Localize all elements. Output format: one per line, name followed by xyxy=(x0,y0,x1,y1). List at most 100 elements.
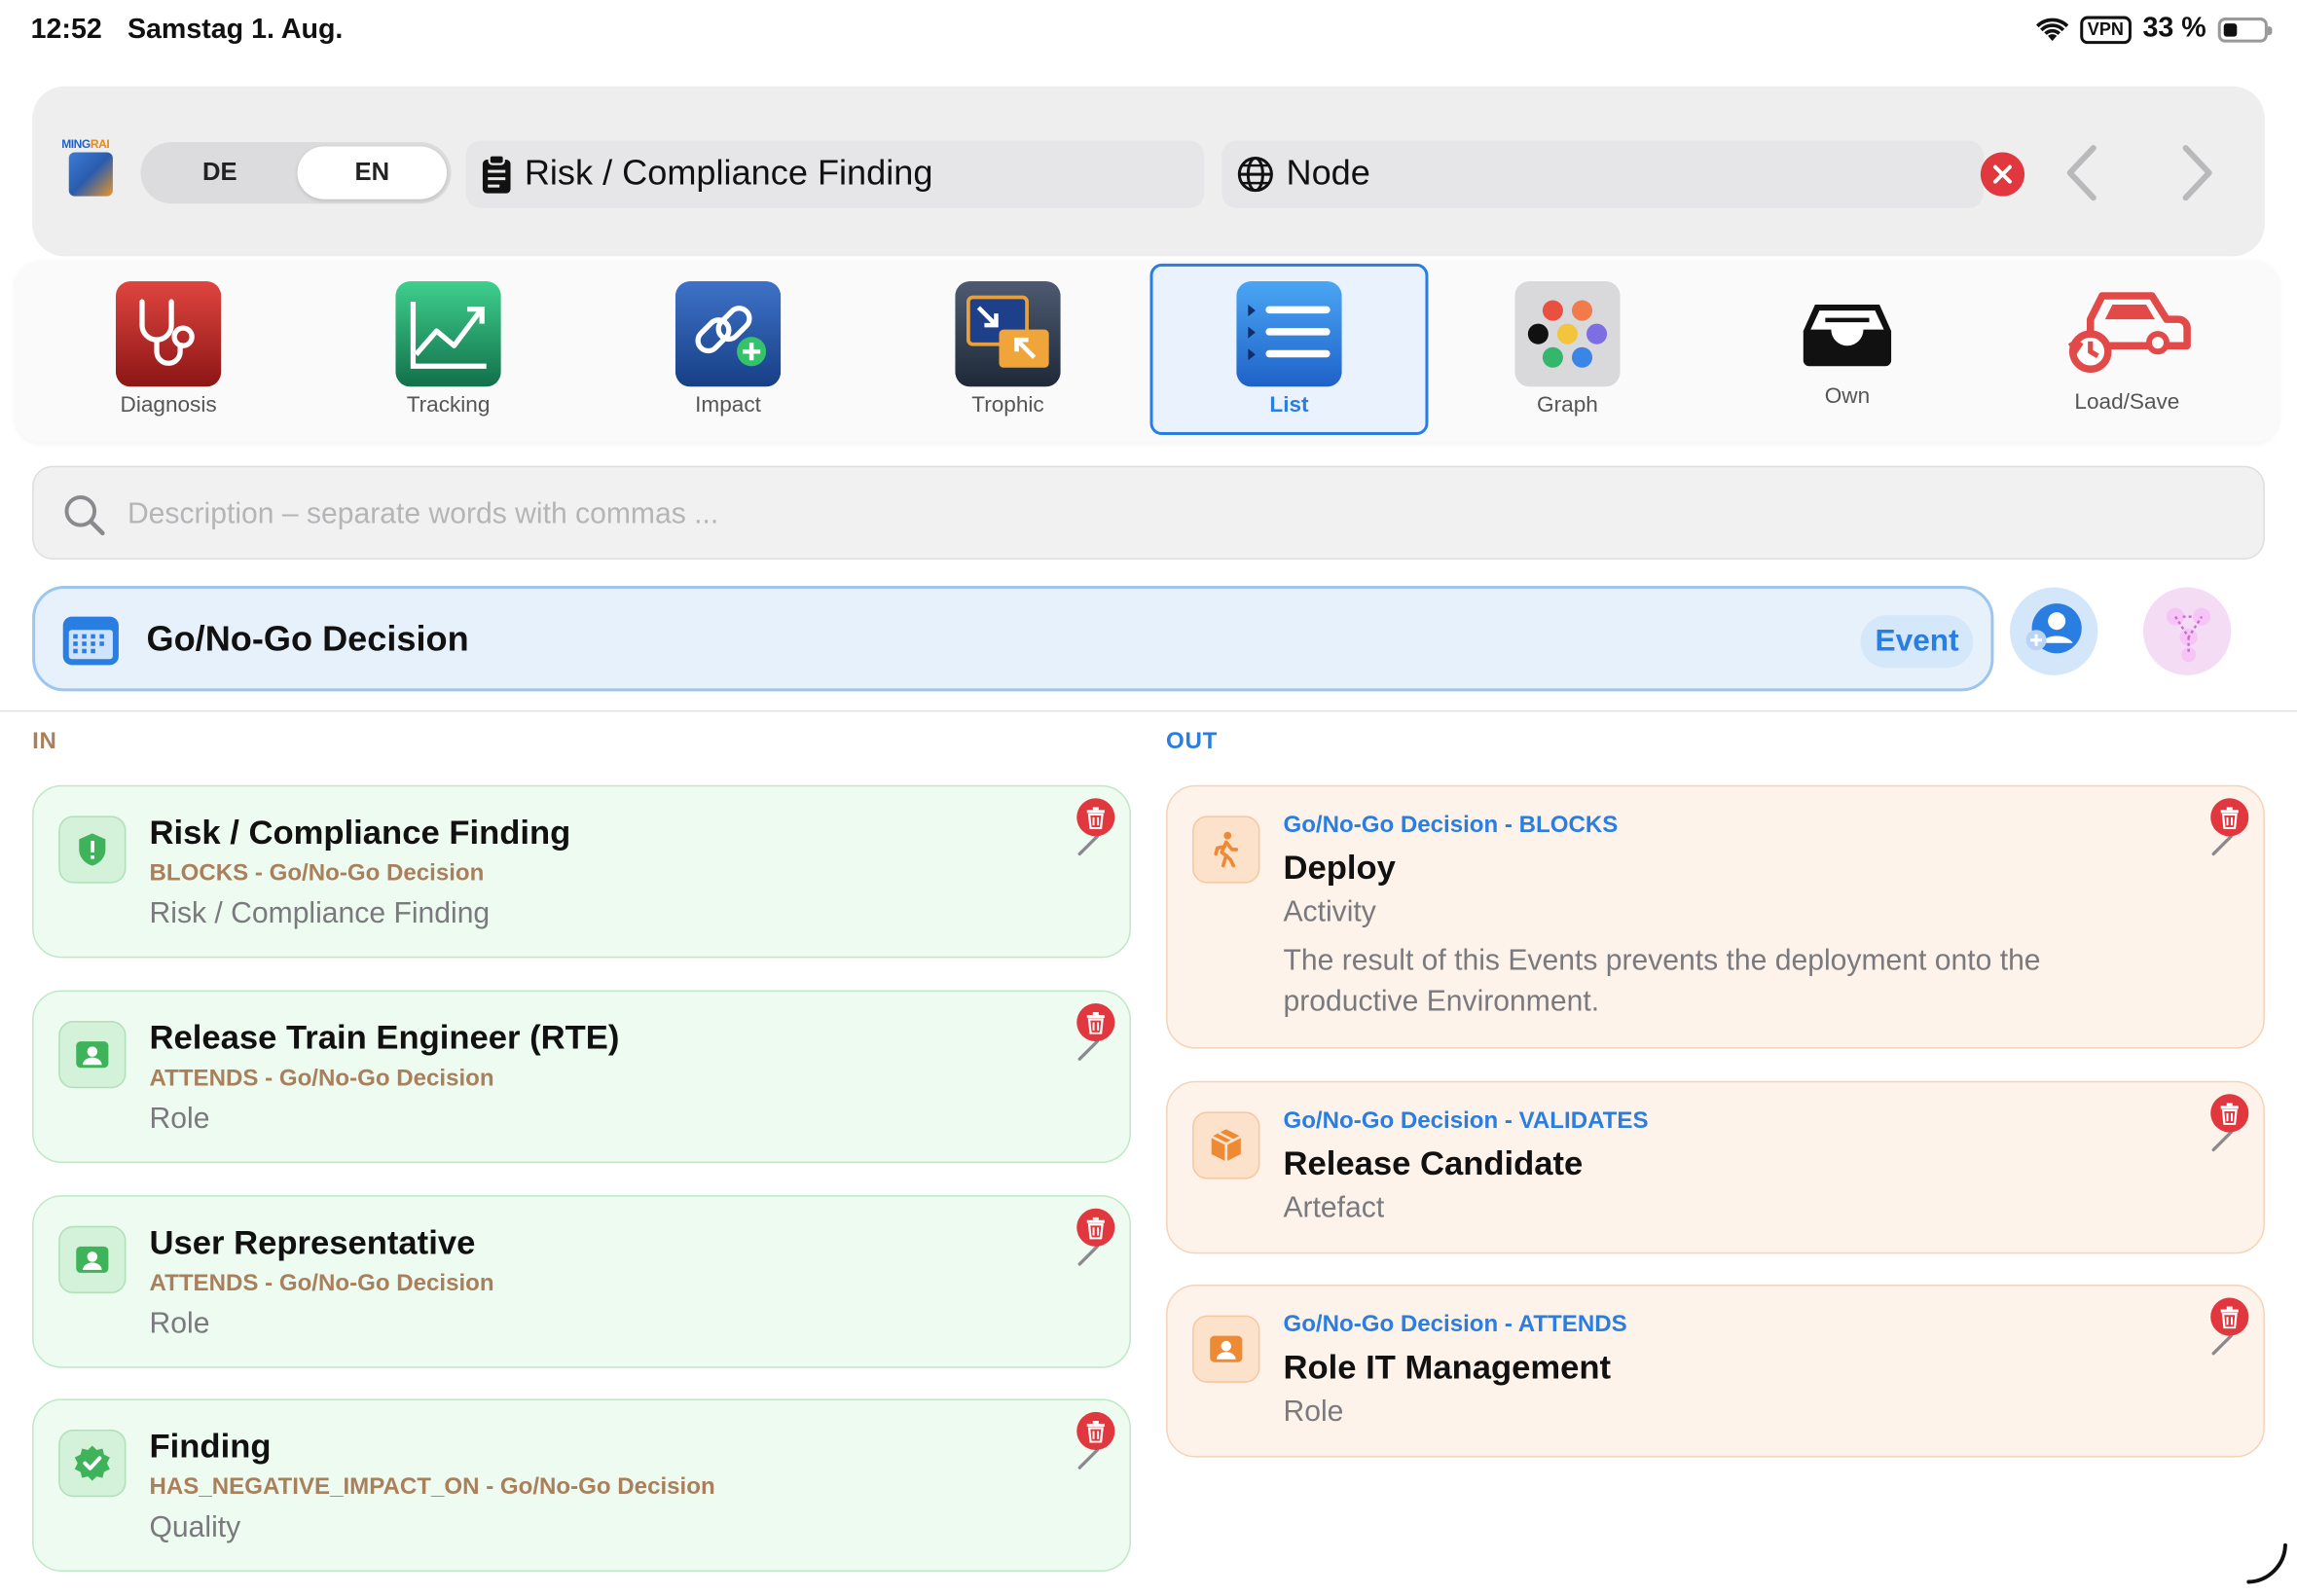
tool-impact[interactable]: Impact xyxy=(589,261,867,443)
mode-toolbar: Diagnosis Tracking Impact Trophic List G… xyxy=(15,260,2279,443)
out-relation-card[interactable]: Go/No-Go Decision - BLOCKS Deploy Activi… xyxy=(1166,784,2265,1049)
clear-button[interactable] xyxy=(1980,152,2025,197)
trophic-arrows-icon xyxy=(955,280,1061,387)
logo-text-a: MING xyxy=(61,137,91,152)
out-column-header: OUT xyxy=(1166,729,1219,755)
person-add-icon xyxy=(2025,603,2082,654)
delete-button[interactable] xyxy=(2210,798,2249,837)
card-title: Release Train Engineer (RTE) xyxy=(149,1018,620,1057)
logo-text-b: RAI xyxy=(90,137,110,152)
delete-button[interactable] xyxy=(1076,1411,1115,1451)
card-description: The result of this Events prevents the d… xyxy=(1283,944,2041,1019)
node-type-field[interactable]: Node xyxy=(1221,140,1984,208)
link-plus-icon xyxy=(675,280,782,387)
section-divider xyxy=(0,709,2297,712)
language-toggle[interactable]: DE EN xyxy=(140,141,452,204)
card-icon-box xyxy=(1192,1315,1260,1383)
card-icon-box xyxy=(58,816,127,884)
battery-percent: 33 % xyxy=(2142,13,2206,45)
clipboard-icon xyxy=(481,154,513,195)
tool-diagnosis[interactable]: Diagnosis xyxy=(29,261,308,443)
card-type: Artefact xyxy=(1283,1192,1385,1225)
tool-list[interactable]: List xyxy=(1149,261,1429,443)
person-card-icon xyxy=(1210,1335,1243,1362)
out-relation-card[interactable]: Go/No-Go Decision - VALIDATES Release Ca… xyxy=(1166,1080,2265,1254)
card-type: Risk / Compliance Finding xyxy=(149,897,491,930)
tool-tracking[interactable]: Tracking xyxy=(310,261,588,443)
card-relation: ATTENDS - Go/No-Go Decision xyxy=(149,1066,494,1092)
card-type: Role xyxy=(149,1308,210,1341)
trash-icon xyxy=(1086,806,1105,829)
status-bar: 12:52 Samstag 1. Aug. VPN 33 % xyxy=(0,0,2297,64)
card-icon-box xyxy=(1192,1111,1260,1179)
card-icon-box xyxy=(58,1429,127,1498)
node-type-badge: Event xyxy=(1860,615,1974,669)
card-type: Role xyxy=(1283,1396,1344,1429)
card-icon-box xyxy=(1192,816,1260,884)
card-relation: ATTENDS - Go/No-Go Decision xyxy=(149,1271,494,1297)
card-relation: BLOCKS - Go/No-Go Decision xyxy=(149,860,485,887)
tool-graph[interactable]: Graph xyxy=(1428,261,1706,443)
lang-en-option[interactable]: EN xyxy=(297,146,448,200)
delete-button[interactable] xyxy=(1076,1002,1115,1042)
box-icon xyxy=(1211,1129,1242,1162)
tool-own[interactable]: Own xyxy=(1708,261,1987,443)
lang-de-option[interactable]: DE xyxy=(145,147,295,200)
tool-label: Tracking xyxy=(406,392,491,417)
globe-icon xyxy=(1236,156,1274,194)
trash-icon xyxy=(2220,1305,2239,1328)
tool-label: List xyxy=(1269,392,1309,417)
tool-label: Trophic xyxy=(971,392,1044,417)
card-relation: Go/No-Go Decision - BLOCKS xyxy=(1283,813,1619,838)
tool-trophic[interactable]: Trophic xyxy=(869,261,1148,443)
add-person-button[interactable] xyxy=(2009,587,2098,675)
tool-loadsave[interactable]: Load/Save xyxy=(1987,261,2266,443)
person-card-icon xyxy=(76,1041,109,1069)
trash-icon xyxy=(2220,806,2239,829)
trash-icon xyxy=(1086,1215,1105,1239)
card-relation: HAS_NEGATIVE_IMPACT_ON - Go/No-Go Decisi… xyxy=(149,1474,715,1501)
delete-button[interactable] xyxy=(2210,1094,2249,1133)
checkmark-seal-icon xyxy=(74,1445,110,1481)
resize-corner-icon xyxy=(2246,1542,2287,1584)
out-relation-card[interactable]: Go/No-Go Decision - ATTENDS Role IT Mana… xyxy=(1166,1284,2265,1458)
tool-label: Diagnosis xyxy=(120,392,217,417)
card-title: Release Candidate xyxy=(1283,1143,1584,1182)
search-bar[interactable] xyxy=(32,465,2265,560)
card-title: Role IT Management xyxy=(1283,1347,1612,1386)
walking-figure-icon xyxy=(1214,831,1239,868)
status-time: 12:52 xyxy=(30,15,102,46)
node-title-field[interactable]: Risk / Compliance Finding xyxy=(465,140,1205,208)
selected-node[interactable]: Go/No-Go Decision Event xyxy=(32,586,1994,692)
in-relation-card[interactable]: Risk / Compliance Finding BLOCKS - Go/No… xyxy=(32,784,1131,959)
search-input[interactable] xyxy=(127,485,2179,544)
calendar-icon xyxy=(62,616,119,666)
delete-button[interactable] xyxy=(1076,1208,1115,1247)
in-relation-card[interactable]: User Representative ATTENDS - Go/No-Go D… xyxy=(32,1195,1131,1368)
in-relation-card[interactable]: Release Train Engineer (RTE) ATTENDS - G… xyxy=(32,990,1131,1164)
graph-view-button[interactable] xyxy=(2142,587,2232,675)
status-right: VPN 33 % xyxy=(2036,13,2273,46)
trash-icon xyxy=(2220,1102,2239,1125)
card-type: Activity xyxy=(1283,896,1376,929)
forward-chevron-icon[interactable] xyxy=(2174,142,2218,203)
status-date: Samstag 1. Aug. xyxy=(127,15,344,46)
back-chevron-icon[interactable] xyxy=(2061,142,2105,203)
delete-button[interactable] xyxy=(2210,1297,2249,1336)
tool-label: Graph xyxy=(1537,392,1598,417)
delete-button[interactable] xyxy=(1076,798,1115,837)
battery-icon xyxy=(2217,17,2273,42)
line-chart-icon xyxy=(395,280,501,387)
selected-node-title: Go/No-Go Decision xyxy=(146,619,469,660)
node-title-text: Risk / Compliance Finding xyxy=(524,154,933,194)
card-type: Role xyxy=(149,1103,210,1136)
card-icon-box xyxy=(58,1021,127,1089)
tool-label: Own xyxy=(1824,383,1871,409)
card-icon-box xyxy=(58,1225,127,1294)
header-panel: MINGRAI DE EN Risk / Compliance Finding … xyxy=(32,86,2265,257)
card-title: Risk / Compliance Finding xyxy=(149,813,571,852)
shield-alert-icon xyxy=(79,833,106,866)
trash-icon xyxy=(1086,1011,1105,1034)
search-icon xyxy=(64,495,105,536)
in-relation-card[interactable]: Finding HAS_NEGATIVE_IMPACT_ON - Go/No-G… xyxy=(32,1398,1131,1572)
